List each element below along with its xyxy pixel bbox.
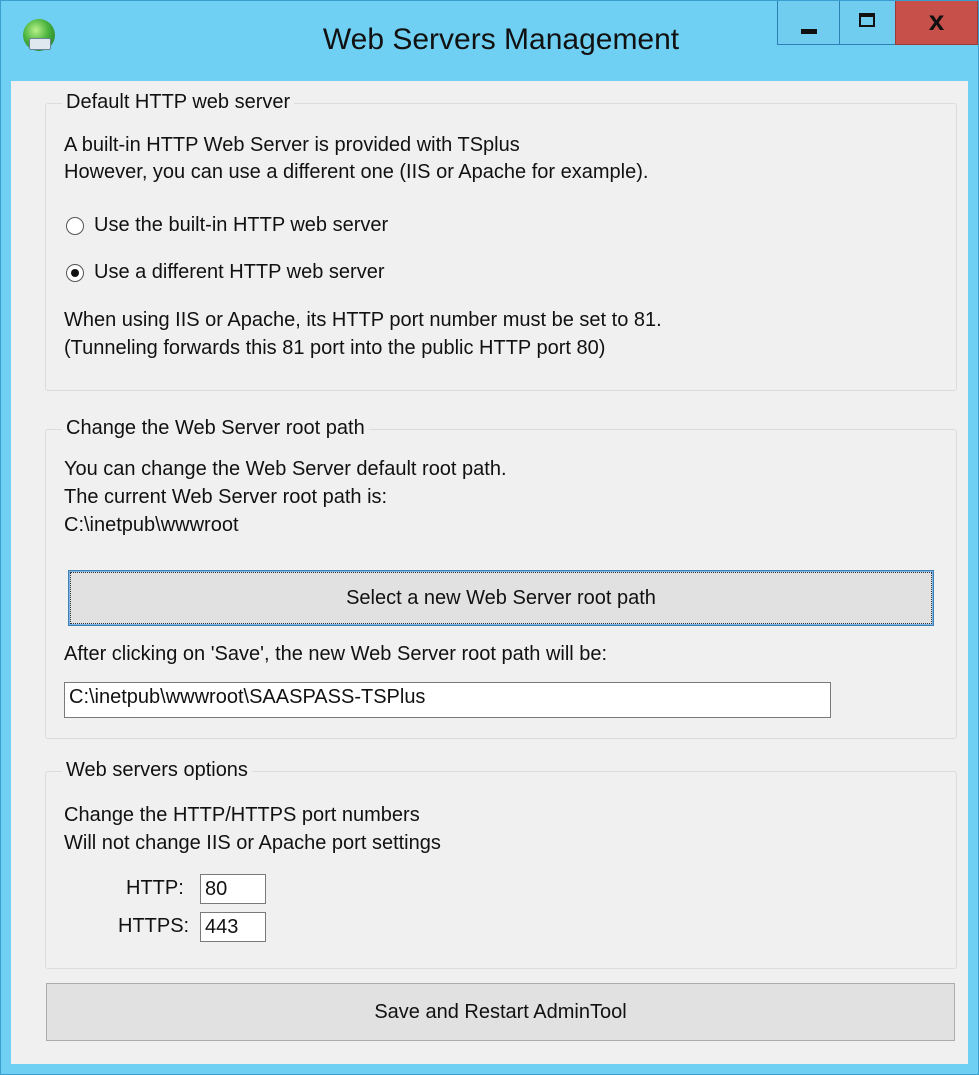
group-legend: Default HTTP web server [62,91,295,114]
https-port-field[interactable]: 443 [200,912,266,942]
different-server-radio[interactable] [66,264,84,282]
http-port-label: HTTP: [126,877,184,899]
port-note-line: (Tunneling forwards this 81 port into th… [64,337,606,359]
port-note-line: When using IIS or Apache, its HTTP port … [64,309,662,331]
default-server-group: Default HTTP web server A built-in HTTP … [45,91,957,391]
new-root-path-field[interactable]: C:\inetpub\wwwroot\SAASPASS-TSPlus [64,682,831,718]
description-line: However, you can use a different one (II… [64,161,649,183]
description-line: The current Web Server root path is: [64,486,388,508]
web-server-options-group: Web servers options Change the HTTP/HTTP… [45,759,957,969]
description-line: Change the HTTP/HTTPS port numbers [64,804,420,826]
builtin-server-radio[interactable] [66,217,84,235]
https-port-label: HTTPS: [118,915,190,937]
group-legend: Web servers options [62,759,252,782]
close-button[interactable]: x [895,1,978,45]
web-servers-window: Web Servers Management x Default HTTP we… [0,0,979,1075]
select-root-path-button[interactable]: Select a new Web Server root path [68,570,934,626]
close-icon: x [928,5,945,36]
description-line: A built-in HTTP Web Server is provided w… [64,134,520,156]
client-area: Default HTTP web server A built-in HTTP … [11,81,968,1064]
minimize-button[interactable] [777,1,839,45]
builtin-server-radio-label[interactable]: Use the built-in HTTP web server [94,214,388,237]
root-path-group: Change the Web Server root path You can … [45,417,957,739]
current-root-path: C:\inetpub\wwwroot [64,514,239,536]
maximize-button[interactable] [839,1,895,45]
description-line: Will not change IIS or Apache port setti… [64,832,441,854]
different-server-radio-label[interactable]: Use a different HTTP web server [94,261,385,284]
title-bar[interactable]: Web Servers Management x [1,1,978,81]
http-port-field[interactable]: 80 [200,874,266,904]
group-legend: Change the Web Server root path [62,417,369,440]
new-path-label: After clicking on 'Save', the new Web Se… [64,643,608,665]
save-restart-button[interactable]: Save and Restart AdminTool [46,983,955,1041]
description-line: You can change the Web Server default ro… [64,458,507,480]
